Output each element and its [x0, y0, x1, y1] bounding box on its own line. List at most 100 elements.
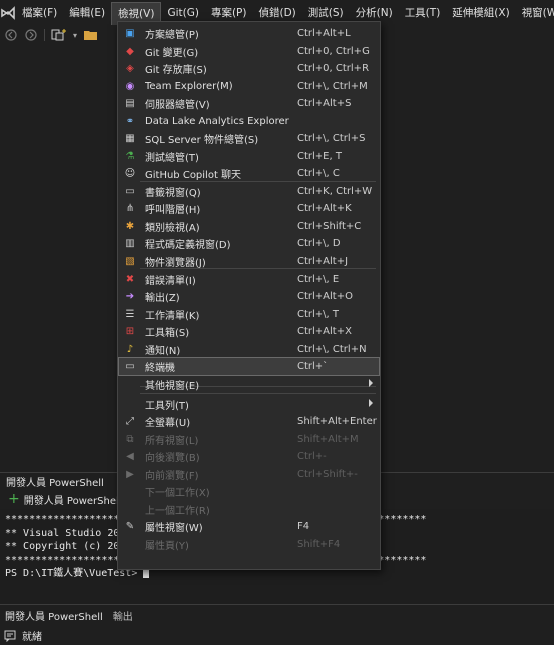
view-menu-item-shortcut: Ctrl+0, Ctrl+G — [297, 46, 370, 57]
view-menu-item-shortcut: Shift+Alt+Enter — [297, 416, 377, 427]
status-text: 就緒 — [22, 632, 42, 643]
blank-icon-slot — [123, 398, 137, 412]
view-menu-item-shortcut: Ctrl+Alt+O — [297, 291, 353, 302]
view-menu-item-label: 工具箱(S) — [145, 328, 190, 339]
view-menu-item: ⧉ 所有視窗(L) Shift+Alt+M — [119, 431, 379, 448]
view-menu-item-shortcut: F4 — [297, 521, 310, 532]
tab-developer-powershell[interactable]: 開發人員 PowerShell — [0, 608, 108, 623]
view-menu-item[interactable]: ◉ Team Explorer(M) Ctrl+\, Ctrl+M — [119, 78, 379, 95]
view-menu-item-label: 屬性頁(Y) — [145, 541, 189, 552]
class-view-icon: ✱ — [125, 221, 135, 232]
view-menu-item[interactable]: ✱ 類別檢視(A) Ctrl+Shift+C — [119, 218, 379, 235]
view-menu-item[interactable]: ♪ 通知(N) Ctrl+\, Ctrl+N — [119, 341, 379, 358]
view-menu-item-shortcut: Ctrl+\, E — [297, 274, 340, 285]
view-menu-item-shortcut: Ctrl+- — [297, 451, 327, 462]
view-menu-item-label: 屬性視窗(W) — [145, 523, 203, 534]
menu-item[interactable]: 檔案(F) — [16, 3, 63, 23]
blank-icon-slot — [123, 378, 137, 392]
menu-item[interactable]: 偵錯(D) — [252, 3, 301, 23]
view-menu-item[interactable]: ▣ 方案總管(P) Ctrl+Alt+L — [119, 25, 379, 42]
menu-item[interactable]: 測試(S) — [302, 3, 350, 23]
view-menu-item[interactable]: 工具列(T) — [119, 396, 379, 413]
view-menu-dropdown: ▣ 方案總管(P) Ctrl+Alt+L ◆ Git 變更(G) Ctrl+0, Ctrl… — [117, 21, 381, 570]
new-terminal-button[interactable]: + 開發人員 PowerShell — [8, 492, 122, 507]
menu-item[interactable]: 視窗(W) — [516, 3, 554, 23]
view-menu-item-shortcut: Shift+Alt+M — [297, 434, 359, 445]
view-menu-item-label: Git 變更(G) — [145, 48, 199, 59]
view-menu-item[interactable]: ☰ 工作清單(K) Ctrl+\, T — [119, 306, 379, 323]
view-menu-item-label: 全螢幕(U) — [145, 418, 191, 429]
view-menu-item[interactable]: ▤ 伺服器總管(V) Ctrl+Alt+S — [119, 95, 379, 112]
view-menu-item-shortcut: Ctrl+` — [297, 361, 329, 372]
server-explorer-icon: ▤ — [125, 98, 135, 109]
view-menu-item[interactable]: ⚗ 測試總管(T) Ctrl+E, T — [119, 148, 379, 165]
view-menu-item[interactable]: ➔ 輸出(Z) Ctrl+Alt+O — [119, 288, 379, 305]
submenu-arrow-icon — [369, 379, 373, 387]
wrench-icon: ✎ — [125, 521, 135, 532]
menu-item[interactable]: 分析(N) — [350, 3, 399, 23]
view-menu-item-label: Team Explorer(M) — [145, 81, 233, 92]
view-menu-item[interactable]: ◈ Git 存放庫(S) Ctrl+0, Ctrl+R — [119, 60, 379, 77]
view-menu-item-shortcut: Ctrl+Alt+L — [297, 28, 351, 39]
panel-title: 開發人員 PowerShell — [6, 477, 104, 489]
chevron-down-icon[interactable]: ▾ — [73, 31, 77, 40]
fullscreen-icon: ⤢ — [126, 416, 134, 427]
view-menu-item-shortcut: Ctrl+Alt+J — [297, 256, 349, 267]
menu-item[interactable]: 延伸模組(X) — [446, 3, 515, 23]
view-menu-item[interactable]: ☺ GitHub Copilot 聊天 Ctrl+\, C — [119, 165, 379, 182]
view-menu-item-label: 方案總管(P) — [145, 30, 199, 41]
sql-server-icon: ▦ — [125, 133, 135, 144]
menu-item[interactable]: 專案(P) — [205, 3, 253, 23]
view-menu-item[interactable]: ⋔ 呼叫階層(H) Ctrl+Alt+K — [119, 200, 379, 217]
call-hierarchy-icon: ⋔ — [125, 203, 135, 214]
view-menu-item-label: 終端機 — [145, 363, 175, 374]
view-menu-item-shortcut: Ctrl+\, T — [297, 309, 340, 320]
menu-item[interactable]: 編輯(E) — [63, 3, 111, 23]
view-menu-item[interactable]: ◆ Git 變更(G) Ctrl+0, Ctrl+G — [119, 43, 379, 60]
output-icon: ➔ — [125, 291, 135, 302]
status-bar: 就緒 — [0, 626, 554, 645]
view-menu-item[interactable]: ⊞ 工具箱(S) Ctrl+Alt+X — [119, 323, 379, 340]
view-menu-item[interactable]: ▦ SQL Server 物件總管(S) Ctrl+\, Ctrl+S — [119, 130, 379, 147]
view-menu-item[interactable]: ⤢ 全螢幕(U) Shift+Alt+Enter — [119, 413, 379, 430]
menu-item[interactable]: 工具(T) — [399, 3, 447, 23]
view-menu-item-shortcut: Ctrl+\, Ctrl+S — [297, 133, 366, 144]
view-menu-item-shortcut: Ctrl+0, Ctrl+R — [297, 63, 370, 74]
view-menu-item[interactable]: ▥ 程式碼定義視窗(D) Ctrl+\, D — [119, 235, 379, 252]
view-menu-item-shortcut: Ctrl+\, D — [297, 238, 341, 249]
back-icon[interactable] — [4, 28, 18, 42]
view-menu-item-label: GitHub Copilot 聊天 — [145, 170, 242, 181]
forward-icon[interactable] — [24, 28, 38, 42]
view-menu-item-label: 上一個工作(R) — [145, 506, 210, 517]
solution-explorer-icon: ▣ — [125, 28, 135, 39]
navigate-forward-icon: ▶ — [126, 469, 134, 480]
view-menu-item[interactable]: ✎ 屬性視窗(W) F4 — [119, 518, 379, 535]
tab-output[interactable]: 輸出 — [108, 608, 138, 623]
copilot-icon: ☺ — [124, 168, 136, 179]
bookmark-window-icon: ▭ — [125, 186, 135, 197]
view-menu-item-shortcut: Ctrl+\, C — [297, 168, 340, 179]
submenu-arrow-icon — [369, 399, 373, 407]
git-repository-icon: ◈ — [126, 63, 134, 74]
view-menu-item[interactable]: ▭ 終端機 Ctrl+` — [118, 357, 380, 376]
view-menu-item[interactable]: ▭ 書籤視窗(Q) Ctrl+K, Ctrl+W — [119, 183, 379, 200]
new-project-icon[interactable] — [51, 28, 67, 42]
object-browser-icon: ▧ — [125, 256, 135, 267]
view-menu-item[interactable]: 其他視窗(E) — [119, 376, 379, 393]
view-menu-item-label: 工具列(T) — [145, 401, 189, 412]
view-menu-item: 上一個工作(R) — [119, 501, 379, 518]
view-menu-item[interactable]: ⚭ Data Lake Analytics Explorer — [119, 113, 379, 130]
view-menu-item[interactable]: ▧ 物件瀏覽器(J) Ctrl+Alt+J — [119, 253, 379, 270]
view-menu-item-label: 工作清單(K) — [145, 311, 200, 322]
view-menu-item-label: 程式碼定義視窗(D) — [145, 240, 231, 251]
blank-icon-slot — [123, 503, 137, 517]
open-folder-icon[interactable] — [83, 28, 99, 42]
view-menu-item: ▶ 向前瀏覽(F) Ctrl+Shift+- — [119, 466, 379, 483]
view-menu-item-label: 類別檢視(A) — [145, 223, 200, 234]
view-menu-item-shortcut: Ctrl+Shift+C — [297, 221, 362, 232]
git-changes-icon: ◆ — [126, 46, 134, 57]
view-menu-item-label: 伺服器總管(V) — [145, 100, 210, 111]
view-menu-item[interactable]: ✖ 錯誤清單(I) Ctrl+\, E — [119, 271, 379, 288]
menu-item[interactable]: Git(G) — [161, 3, 205, 23]
task-list-icon: ☰ — [125, 309, 135, 320]
